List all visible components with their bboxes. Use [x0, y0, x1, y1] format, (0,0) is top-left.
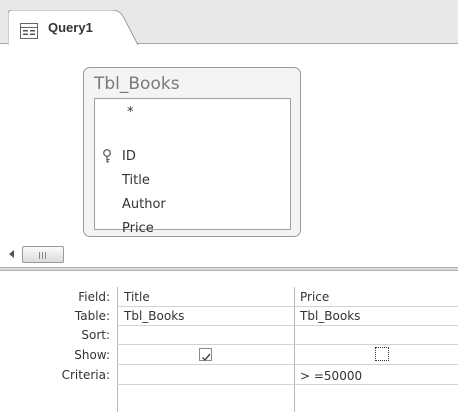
grip-line — [45, 252, 46, 259]
column2-field-cell[interactable]: Price — [300, 290, 329, 304]
column1-field-cell[interactable]: Title — [124, 290, 150, 304]
table-field-list-window[interactable]: Tbl_Books * ID Title Author Price — [83, 67, 301, 237]
scrollbar-thumb[interactable] — [22, 246, 64, 263]
column1-table-cell[interactable]: Tbl_Books — [124, 309, 184, 323]
query-tables-pane[interactable]: Tbl_Books * ID Title Author Price — [0, 45, 458, 267]
row-divider — [117, 344, 458, 345]
row-divider — [117, 364, 458, 365]
column2-table-cell[interactable]: Tbl_Books — [300, 309, 360, 323]
row-divider — [117, 306, 458, 307]
row-divider — [117, 325, 458, 326]
row-label-field: Field: — [78, 290, 110, 304]
scroll-left-arrow-icon[interactable] — [9, 250, 14, 258]
field-list[interactable]: * ID Title Author Price — [94, 98, 291, 236]
field-author[interactable]: Author — [122, 197, 166, 212]
table-name[interactable]: Tbl_Books — [94, 74, 180, 94]
checkmark-icon — [202, 353, 211, 362]
column2-show-checkbox[interactable] — [375, 347, 389, 361]
tab-query1[interactable]: Query1 — [8, 10, 142, 45]
field-id[interactable]: ID — [122, 149, 136, 164]
horizontal-scrollbar[interactable] — [0, 245, 458, 263]
grip-line — [39, 252, 40, 259]
column2-criteria-cell[interactable]: > =50000 — [300, 369, 362, 383]
field-all[interactable]: * — [127, 105, 134, 120]
row-label-criteria: Criteria: — [61, 368, 110, 382]
row-label-sort: Sort: — [81, 328, 110, 342]
primary-key-icon — [103, 149, 111, 163]
field-price[interactable]: Price — [122, 221, 154, 236]
tab-label: Query1 — [48, 20, 93, 35]
field-title[interactable]: Title — [122, 173, 150, 188]
row-divider — [117, 384, 458, 385]
column1-show-checkbox[interactable] — [199, 348, 212, 362]
design-grid: Field: Table: Sort: Show: Criteria: Titl… — [0, 287, 458, 412]
row-label-table: Table: — [74, 309, 110, 323]
document-tab-strip: Query1 — [0, 0, 458, 45]
query-design-icon — [20, 23, 38, 39]
query-design-grid-pane[interactable]: Field: Table: Sort: Show: Criteria: Titl… — [0, 271, 458, 412]
row-label-show: Show: — [74, 348, 110, 362]
grip-line — [42, 252, 43, 259]
